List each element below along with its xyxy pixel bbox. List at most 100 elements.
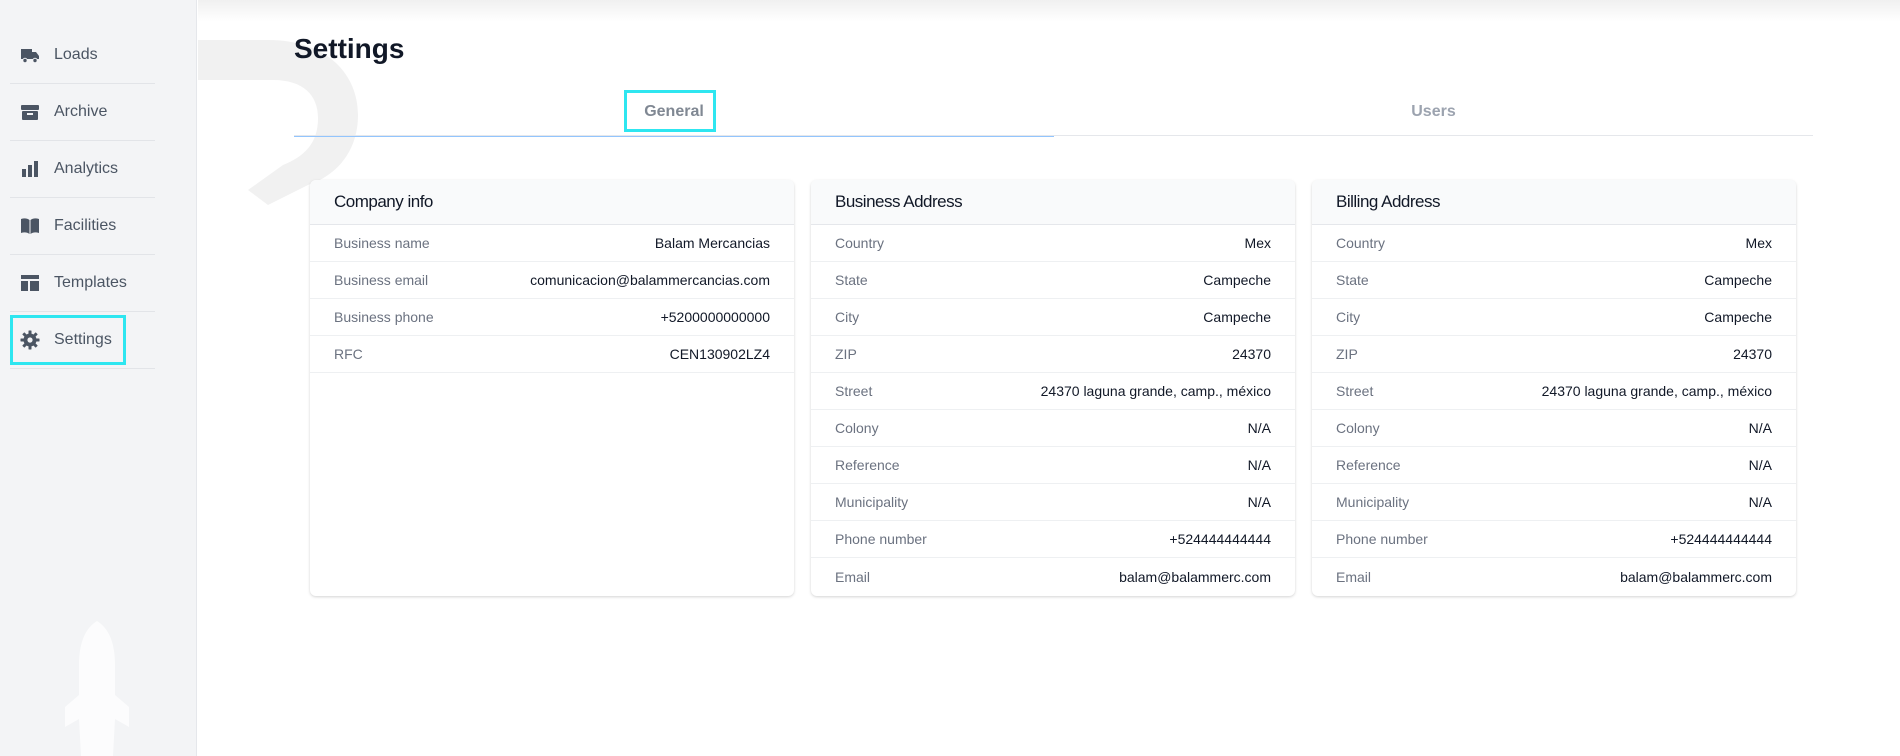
- field-value: N/A: [1247, 420, 1271, 436]
- info-row: Reference N/A: [811, 447, 1295, 484]
- info-row: Street 24370 laguna grande, camp., méxico: [811, 373, 1295, 410]
- info-row: Municipality N/A: [811, 484, 1295, 521]
- field-label: Street: [1336, 383, 1374, 399]
- template-icon: [19, 272, 41, 294]
- field-label: Email: [1336, 568, 1372, 585]
- field-label: Street: [835, 383, 873, 399]
- field-label: Country: [835, 235, 885, 251]
- sidebar-item-analytics[interactable]: Analytics: [10, 141, 155, 198]
- field-value: CEN130902LZ4: [669, 346, 770, 362]
- sidebar-item-label: Archive: [54, 103, 108, 120]
- field-value: N/A: [1748, 494, 1772, 510]
- field-value: 24370 laguna grande, camp., méxico: [1040, 383, 1271, 399]
- card-header: Billing Address: [1312, 180, 1796, 225]
- book-icon: [19, 215, 41, 237]
- sidebar-item-label: Loads: [54, 46, 98, 63]
- info-row: ZIP 24370: [811, 336, 1295, 373]
- field-value: N/A: [1247, 494, 1271, 510]
- sidebar-nav: Loads Archive Analytics Facilities Templ…: [10, 27, 155, 369]
- field-value: +5200000000000: [660, 309, 770, 325]
- tab-general[interactable]: General: [294, 88, 1054, 137]
- info-row: Business email comunicacion@balammercanci…: [310, 262, 794, 299]
- info-row: Business phone +5200000000000: [310, 299, 794, 336]
- field-label: ZIP: [1336, 346, 1358, 362]
- info-row: Reference N/A: [1312, 447, 1796, 484]
- info-row: Municipality N/A: [1312, 484, 1796, 521]
- info-row: Street 24370 laguna grande, camp., méxico: [1312, 373, 1796, 410]
- sidebar-item-facilities[interactable]: Facilities: [10, 198, 155, 255]
- field-label: Municipality: [835, 494, 909, 510]
- billing-address-card: Billing Address Country Mex State Campeche…: [1312, 180, 1796, 596]
- card-title: Business Address: [835, 192, 963, 211]
- field-value: Mex: [1745, 235, 1772, 251]
- sidebar-item-label: Analytics: [54, 160, 119, 177]
- field-value: Campeche: [1203, 309, 1271, 325]
- field-value: Mex: [1244, 235, 1271, 251]
- field-value: +524444444444: [1670, 531, 1772, 547]
- field-value: 24370: [1232, 346, 1271, 362]
- field-label: Business name: [334, 235, 430, 251]
- field-value: Campeche: [1203, 272, 1271, 288]
- field-label: Phone number: [1336, 531, 1428, 547]
- sidebar-item-archive[interactable]: Archive: [10, 84, 155, 141]
- field-value: N/A: [1748, 457, 1772, 473]
- bar-chart-icon: [19, 158, 41, 180]
- field-label: Email: [835, 568, 871, 585]
- field-label: State: [1336, 272, 1369, 288]
- card-header: Business Address: [811, 180, 1295, 225]
- tab-label: Users: [1411, 103, 1456, 120]
- page-title: Settings: [294, 33, 405, 64]
- field-label: City: [1336, 309, 1361, 325]
- info-row: State Campeche: [1312, 262, 1796, 299]
- field-value: Campeche: [1704, 272, 1772, 288]
- info-row: Email balam@balammerc.com: [811, 558, 1295, 595]
- info-row: Business name Balam Mercancias: [310, 225, 794, 262]
- info-row: Colony N/A: [1312, 410, 1796, 447]
- info-row: Email balam@balammerc.com: [1312, 558, 1796, 595]
- field-value: 24370: [1733, 346, 1772, 362]
- field-label: Reference: [835, 457, 900, 473]
- tab-users[interactable]: Users: [1054, 88, 1813, 136]
- sidebar-item-settings[interactable]: Settings: [10, 312, 155, 369]
- truck-icon: [19, 44, 41, 66]
- info-row: RFC CEN130902LZ4: [310, 336, 794, 373]
- main-content: Settings General Users Company info Busi…: [198, 0, 1900, 756]
- card-header: Company info: [310, 180, 794, 225]
- field-label: ZIP: [835, 346, 857, 362]
- field-value: balam@balammerc.com: [1620, 568, 1772, 585]
- tab-label: General: [644, 103, 704, 120]
- sidebar-item-loads[interactable]: Loads: [10, 27, 155, 84]
- rocket-watermark-icon: [65, 621, 129, 756]
- field-value: 24370 laguna grande, camp., méxico: [1541, 383, 1772, 399]
- field-label: Phone number: [835, 531, 927, 547]
- company-info-card: Company info Business name Balam Mercanci…: [310, 180, 794, 596]
- field-label: State: [835, 272, 868, 288]
- business-address-card: Business Address Country Mex State Campech…: [811, 180, 1295, 596]
- field-value: N/A: [1247, 457, 1271, 473]
- field-label: Colony: [835, 420, 879, 436]
- card-title: Billing Address: [1336, 192, 1441, 211]
- archive-icon: [19, 101, 41, 123]
- gear-icon: [19, 329, 41, 351]
- info-row: Phone number +524444444444: [811, 521, 1295, 558]
- field-label: RFC: [334, 346, 363, 362]
- info-row: Colony N/A: [811, 410, 1295, 447]
- field-label: City: [835, 309, 860, 325]
- field-value: +524444444444: [1169, 531, 1271, 547]
- sidebar: Loads Archive Analytics Facilities Templ…: [0, 0, 197, 756]
- field-label: Reference: [1336, 457, 1401, 473]
- field-value: N/A: [1748, 420, 1772, 436]
- field-label: Business phone: [334, 309, 434, 325]
- sidebar-item-label: Templates: [54, 274, 127, 291]
- field-value: Campeche: [1704, 309, 1772, 325]
- card-title: Company info: [334, 192, 433, 211]
- field-label: Business email: [334, 272, 429, 288]
- info-row: City Campeche: [811, 299, 1295, 336]
- field-label: Colony: [1336, 420, 1380, 436]
- info-row: State Campeche: [811, 262, 1295, 299]
- info-row: ZIP 24370: [1312, 336, 1796, 373]
- info-row: Country Mex: [1312, 225, 1796, 262]
- sidebar-item-templates[interactable]: Templates: [10, 255, 155, 312]
- field-value: comunicacion@balammercancias.com: [530, 272, 770, 288]
- info-row: Phone number +524444444444: [1312, 521, 1796, 558]
